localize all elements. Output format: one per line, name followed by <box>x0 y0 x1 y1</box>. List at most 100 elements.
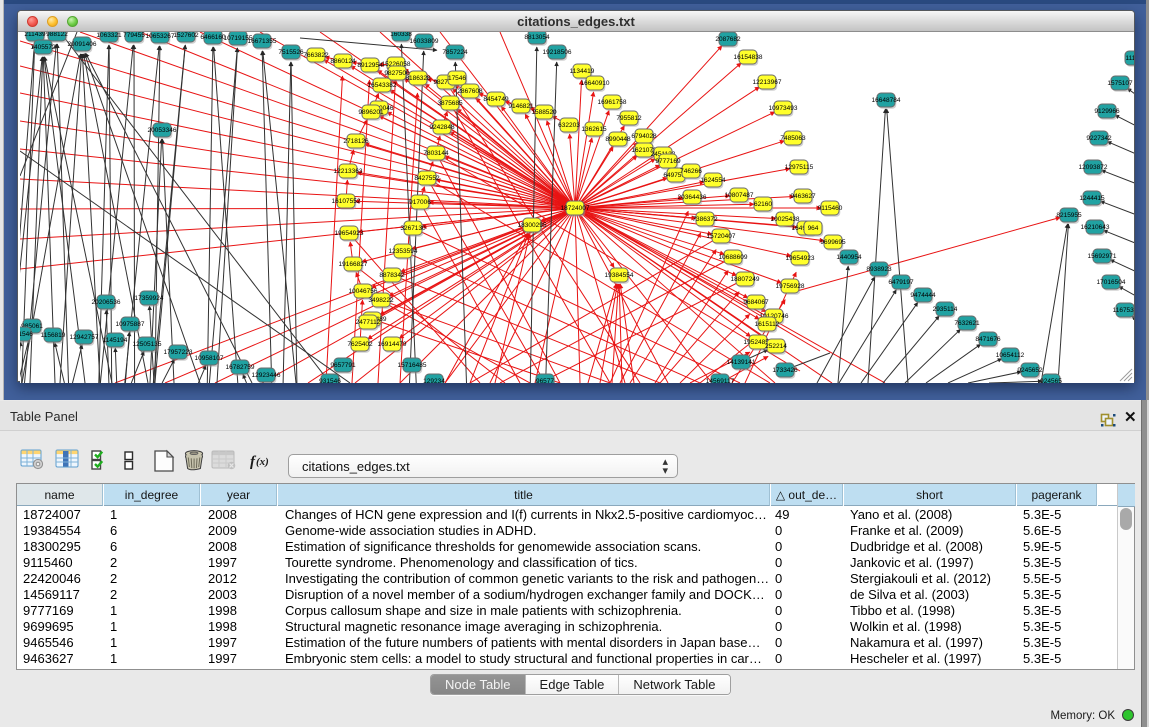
svg-text:6479197: 6479197 <box>888 279 914 286</box>
svg-text:12505135: 12505135 <box>133 341 162 348</box>
svg-text:20091406: 20091406 <box>68 41 97 48</box>
svg-text:12942757: 12942757 <box>70 334 99 341</box>
svg-text:12213363: 12213363 <box>334 168 363 175</box>
svg-text:6794028: 6794028 <box>631 133 657 140</box>
svg-text:2867608: 2867608 <box>457 88 483 95</box>
svg-text:9657791: 9657791 <box>330 362 356 369</box>
svg-text:1156819: 1156819 <box>41 332 66 339</box>
svg-text:14569117: 14569117 <box>706 378 735 383</box>
svg-text:1134419: 1134419 <box>570 68 595 75</box>
svg-text:7663822: 7663822 <box>303 52 329 59</box>
svg-text:1145194: 1145194 <box>103 337 128 344</box>
svg-text:17546: 17546 <box>448 75 466 82</box>
svg-text:12093872: 12093872 <box>1079 164 1108 171</box>
svg-text:17957223: 17957223 <box>164 349 193 356</box>
svg-text:9463627: 9463627 <box>790 193 816 200</box>
svg-text:632203: 632203 <box>558 122 580 129</box>
svg-text:16210643: 16210643 <box>1081 224 1110 231</box>
svg-text:7857224: 7857224 <box>442 49 468 56</box>
svg-text:12975115: 12975115 <box>785 164 814 171</box>
svg-text:16543382: 16543382 <box>368 82 397 89</box>
svg-text:1405572: 1405572 <box>30 44 56 51</box>
svg-text:17016504: 17016504 <box>1097 279 1126 286</box>
svg-text:252214: 252214 <box>765 343 787 350</box>
svg-text:9227342: 9227342 <box>1086 135 1112 142</box>
svg-text:2935114: 2935114 <box>933 306 958 313</box>
svg-text:15720407: 15720407 <box>707 233 736 240</box>
svg-text:19654923: 19654923 <box>335 230 364 237</box>
svg-text:7386372: 7386372 <box>692 216 718 223</box>
svg-text:988122: 988122 <box>46 32 68 38</box>
svg-text:7632621: 7632621 <box>954 320 980 327</box>
svg-text:10807487: 10807487 <box>725 192 754 199</box>
svg-text:16107552: 16107552 <box>332 198 361 205</box>
svg-text:12213967: 12213967 <box>753 79 782 86</box>
svg-text:8186328: 8186328 <box>405 75 431 82</box>
svg-text:7955812: 7955812 <box>616 115 642 122</box>
svg-text:211439: 211439 <box>24 32 46 38</box>
svg-text:9699695: 9699695 <box>820 239 846 246</box>
svg-text:9146821: 9146821 <box>508 103 534 110</box>
svg-text:8912954: 8912954 <box>357 62 383 69</box>
svg-text:15716485: 15716485 <box>398 362 427 369</box>
svg-text:7625402: 7625402 <box>347 341 373 348</box>
svg-text:18300295: 18300295 <box>518 222 547 229</box>
svg-text:18724007: 18724007 <box>561 205 590 212</box>
svg-text:1440954: 1440954 <box>836 254 862 261</box>
svg-text:14139141: 14139141 <box>727 359 756 366</box>
svg-text:19166827: 19166827 <box>339 261 368 268</box>
svg-text:(x): (x) <box>256 456 269 468</box>
svg-text:62160: 62160 <box>754 201 772 208</box>
svg-text:991546: 991546 <box>20 331 33 338</box>
svg-text:1527602: 1527602 <box>173 32 199 39</box>
svg-text:924565: 924565 <box>1040 378 1062 383</box>
svg-text:18807249: 18807249 <box>731 276 760 283</box>
svg-text:15692971: 15692971 <box>1088 253 1117 260</box>
svg-text:3267130: 3267130 <box>400 225 426 232</box>
svg-text:10958107: 10958107 <box>195 355 224 362</box>
svg-text:1624554: 1624554 <box>700 177 726 184</box>
svg-text:779455: 779455 <box>123 32 145 39</box>
svg-text:10653267: 10653267 <box>146 33 175 40</box>
svg-text:8990448: 8990448 <box>605 136 631 143</box>
svg-text:1733426: 1733426 <box>772 367 798 374</box>
svg-text:9684067: 9684067 <box>743 299 769 306</box>
svg-text:9474444: 9474444 <box>910 292 936 299</box>
svg-text:8813054: 8813054 <box>524 34 550 41</box>
svg-text:3875685: 3875685 <box>437 100 463 107</box>
svg-text:7485063: 7485063 <box>780 135 806 142</box>
svg-text:746266: 746266 <box>680 168 702 175</box>
svg-text:10688609: 10688609 <box>719 254 748 261</box>
svg-text:16782759: 16782759 <box>226 364 255 371</box>
svg-text:12353594: 12353594 <box>389 248 418 255</box>
svg-text:16033809: 16033809 <box>410 38 439 45</box>
svg-text:16671355: 16671355 <box>248 38 277 45</box>
svg-text:8878342: 8878342 <box>379 272 405 279</box>
svg-text:11125: 11125 <box>1125 55 1134 62</box>
svg-text:129234: 129234 <box>423 378 445 383</box>
svg-text:8454749: 8454749 <box>483 96 509 103</box>
svg-text:917006: 917006 <box>409 199 431 206</box>
svg-text:6466160: 6466160 <box>200 34 226 41</box>
svg-text:7803144: 7803144 <box>423 150 449 157</box>
svg-text:3498222: 3498222 <box>368 297 394 304</box>
svg-text:2477112: 2477112 <box>356 319 381 326</box>
svg-text:1615112: 1615112 <box>755 321 780 328</box>
svg-text:1588520: 1588520 <box>531 109 557 116</box>
svg-text:1362615: 1362615 <box>581 126 607 133</box>
svg-text:12923446: 12923446 <box>252 372 281 379</box>
svg-text:8215955: 8215955 <box>1056 212 1082 219</box>
svg-text:10025438: 10025438 <box>771 216 800 223</box>
svg-text:1244415: 1244415 <box>1079 195 1105 202</box>
svg-text:10973493: 10973493 <box>769 105 798 112</box>
svg-text:20053346: 20053346 <box>148 127 177 134</box>
svg-text:16640910: 16640910 <box>581 80 610 87</box>
svg-text:10975887: 10975887 <box>116 321 145 328</box>
svg-text:17359924: 17359924 <box>135 295 164 302</box>
svg-text:9245652: 9245652 <box>1017 367 1043 374</box>
svg-text:20364436: 20364436 <box>678 194 707 201</box>
svg-text:16648784: 16648784 <box>872 97 901 104</box>
svg-text:20206536: 20206536 <box>92 299 121 306</box>
svg-text:9777169: 9777169 <box>655 158 681 165</box>
svg-text:19756928: 19756928 <box>776 283 805 290</box>
